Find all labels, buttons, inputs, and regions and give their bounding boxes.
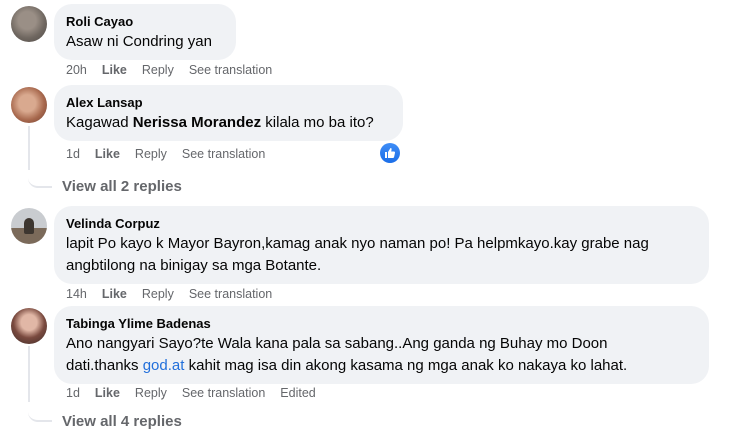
comment-text: Asaw ni Condring yan bbox=[66, 33, 212, 50]
comment-time[interactable]: 20h bbox=[66, 62, 87, 78]
comment-text-end: kilala mo ba ito? bbox=[261, 114, 374, 131]
reply-button[interactable]: Reply bbox=[142, 286, 174, 302]
comment-bubble: Alex Lansap Kagawad Nerissa Morandez kil… bbox=[54, 85, 403, 141]
comment-author[interactable]: Velinda Corpuz bbox=[66, 215, 697, 233]
like-button[interactable]: Like bbox=[95, 385, 120, 401]
comment-actions: 1d Like Reply See translation Edited bbox=[66, 385, 331, 401]
like-button[interactable]: Like bbox=[102, 286, 127, 302]
comment-text-line-1: Ano nangyari Sayo?te Wala kana pala sa s… bbox=[66, 335, 608, 352]
see-translation-link[interactable]: See translation bbox=[182, 385, 265, 401]
comment-actions: 1d Like Reply See translation bbox=[66, 146, 280, 162]
avatar[interactable] bbox=[11, 87, 47, 123]
comment-text-start: dati.thanks bbox=[66, 357, 143, 374]
comment-time[interactable]: 14h bbox=[66, 286, 87, 302]
thumbs-up-icon[interactable] bbox=[380, 143, 400, 163]
avatar[interactable] bbox=[11, 308, 47, 344]
comment-bubble: Tabinga Ylime Badenas Ano nangyari Sayo?… bbox=[54, 306, 709, 384]
comment-text-line-1: lapit Po kayo k Mayor Bayron,kamag anak … bbox=[66, 235, 649, 252]
comment-bubble: Roli Cayao Asaw ni Condring yan bbox=[54, 4, 236, 60]
thread-connector-2 bbox=[28, 168, 52, 188]
like-button[interactable]: Like bbox=[102, 62, 127, 78]
see-translation-link[interactable]: See translation bbox=[189, 286, 272, 302]
see-translation-link[interactable]: See translation bbox=[189, 62, 272, 78]
reply-button[interactable]: Reply bbox=[142, 62, 174, 78]
like-button[interactable]: Like bbox=[95, 146, 120, 162]
comment-actions: 20h Like Reply See translation bbox=[66, 62, 287, 78]
comment-bubble: Velinda Corpuz lapit Po kayo k Mayor Bay… bbox=[54, 206, 709, 284]
comment-time[interactable]: 1d bbox=[66, 385, 80, 401]
see-translation-link[interactable]: See translation bbox=[182, 146, 265, 162]
thread-line-2 bbox=[28, 126, 30, 170]
comment-text-line-2: angbtilong na binigay sa mga Botante. bbox=[66, 257, 322, 274]
reply-button[interactable]: Reply bbox=[135, 385, 167, 401]
comment-author[interactable]: Roli Cayao bbox=[66, 13, 224, 31]
comment-text-line-2: dati.thanks god.at kahit mag isa din ako… bbox=[66, 355, 697, 377]
comment-text-start: Kagawad bbox=[66, 114, 133, 131]
avatar[interactable] bbox=[11, 6, 47, 42]
comment-time[interactable]: 1d bbox=[66, 146, 80, 162]
mention-link[interactable]: Nerissa Morandez bbox=[133, 114, 261, 131]
avatar[interactable] bbox=[11, 208, 47, 244]
view-replies-link[interactable]: View all 2 replies bbox=[62, 177, 182, 197]
comment-author[interactable]: Tabinga Ylime Badenas bbox=[66, 315, 697, 333]
comment-text: Kagawad Nerissa Morandez kilala mo ba it… bbox=[66, 112, 391, 134]
edited-label: Edited bbox=[280, 386, 316, 400]
comment-actions: 14h Like Reply See translation bbox=[66, 286, 287, 302]
comment-author[interactable]: Alex Lansap bbox=[66, 94, 391, 112]
thread-line-4 bbox=[28, 346, 30, 402]
reply-button[interactable]: Reply bbox=[135, 146, 167, 162]
view-replies-link[interactable]: View all 4 replies bbox=[62, 412, 182, 432]
comment-link[interactable]: god.at bbox=[143, 357, 185, 374]
comment-text-end: kahit mag isa din akong kasama ng mga an… bbox=[184, 357, 628, 374]
thread-connector-4 bbox=[28, 402, 52, 422]
